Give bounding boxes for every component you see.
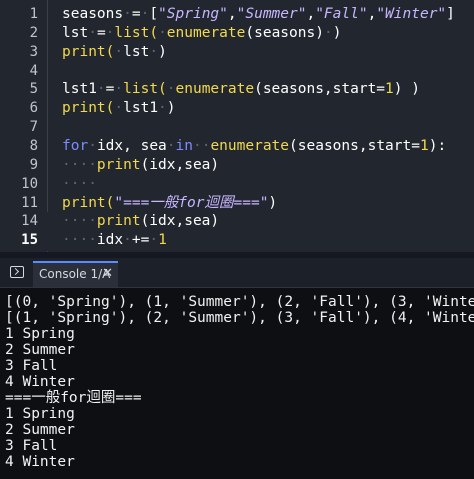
code-line-7[interactable]: 7 (0, 118, 474, 138)
code-line-12[interactable]: 12 idx=1 (0, 212, 474, 232)
code-text: print("===一般for迴圈===") (62, 195, 278, 211)
line-number: 9 (29, 157, 38, 173)
code-line-9[interactable]: 9 ····print(idx,sea) (0, 156, 474, 176)
line-number: 10 (21, 176, 38, 192)
tab-label: Console 1/A (39, 267, 111, 281)
code-line-13[interactable]: 13 for·sea·in·seasons: (0, 231, 474, 251)
output-line: ===一般for迴圈=== (5, 390, 142, 406)
code-text: print(·lst1·) (62, 100, 176, 116)
line-number: 6 (29, 100, 38, 116)
line-number: 7 (29, 119, 38, 135)
line-number: 4 (29, 63, 38, 79)
console-output[interactable]: [(0, 'Spring'), (1, 'Summer'), (2, 'Fall… (0, 288, 474, 479)
code-text: ···· (62, 176, 97, 192)
code-line-11[interactable]: 11 print("===一般for迴圈===") (0, 194, 474, 214)
output-line: 1 Spring (5, 326, 75, 342)
code-text: ····print(idx,sea) (62, 157, 220, 173)
line-number: 11 (21, 195, 38, 211)
code-editor[interactable]: 1 seasons·=·["Spring","Summer","Fall","W… (0, 0, 474, 252)
code-text: lst·=·list(·enumerate(seasons)·) (62, 25, 342, 41)
close-icon[interactable]: ✕ (102, 266, 113, 281)
output-line: [(0, 'Spring'), (1, 'Summer'), (2, 'Fall… (5, 294, 474, 310)
output-line: 4 Winter (5, 374, 75, 390)
line-number: 2 (29, 25, 38, 41)
code-line-3[interactable]: 3 print(·lst·) (0, 43, 474, 63)
console-terminal-icon[interactable] (10, 266, 24, 278)
code-line-1[interactable]: 1 seasons·=·["Spring","Summer","Fall","W… (0, 5, 474, 25)
output-line: 2 Summer (5, 342, 75, 358)
output-line: 3 Fall (5, 438, 58, 454)
line-number: 8 (29, 138, 38, 154)
output-line: 1 Spring (5, 406, 75, 422)
output-line: 2 Summer (5, 422, 75, 438)
code-text: idx=1 (62, 213, 106, 229)
code-text: seasons·=·["Spring","Summer","Fall","Win… (62, 6, 455, 22)
line-number: 5 (29, 81, 38, 97)
code-text: for·sea·in·seasons: (62, 232, 228, 248)
code-line-10[interactable]: 10 ···· (0, 175, 474, 195)
line-number: 12 (21, 213, 38, 229)
output-line: 4 Winter (5, 454, 75, 470)
line-number: 3 (29, 44, 38, 60)
code-line-5[interactable]: 5 lst1·=·list(·enumerate(seasons,start=1… (0, 80, 474, 100)
code-line-4[interactable]: 4 (0, 62, 474, 82)
code-line-2[interactable]: 2 lst·=·list(·enumerate(seasons)·) (0, 24, 474, 44)
output-line: 3 Fall (5, 358, 58, 374)
line-number: 13 (21, 232, 38, 248)
tab-console[interactable]: Console 1/A ✕ (33, 261, 118, 287)
code-line-6[interactable]: 6 print(·lst1·) (0, 99, 474, 119)
line-number: 1 (29, 6, 38, 22)
code-text: print(·lst·) (62, 44, 167, 60)
console-tab-bar: Console 1/A ✕ (0, 258, 474, 288)
output-line: [(1, 'Spring'), (2, 'Summer'), (3, 'Fall… (5, 310, 474, 326)
code-text: for·idx, sea·in··enumerate(seasons,start… (62, 138, 447, 154)
code-line-8[interactable]: 8 for·idx, sea·in··enumerate(seasons,sta… (0, 137, 474, 157)
code-text: lst1·=·list(·enumerate(seasons,start=1) … (62, 81, 420, 97)
